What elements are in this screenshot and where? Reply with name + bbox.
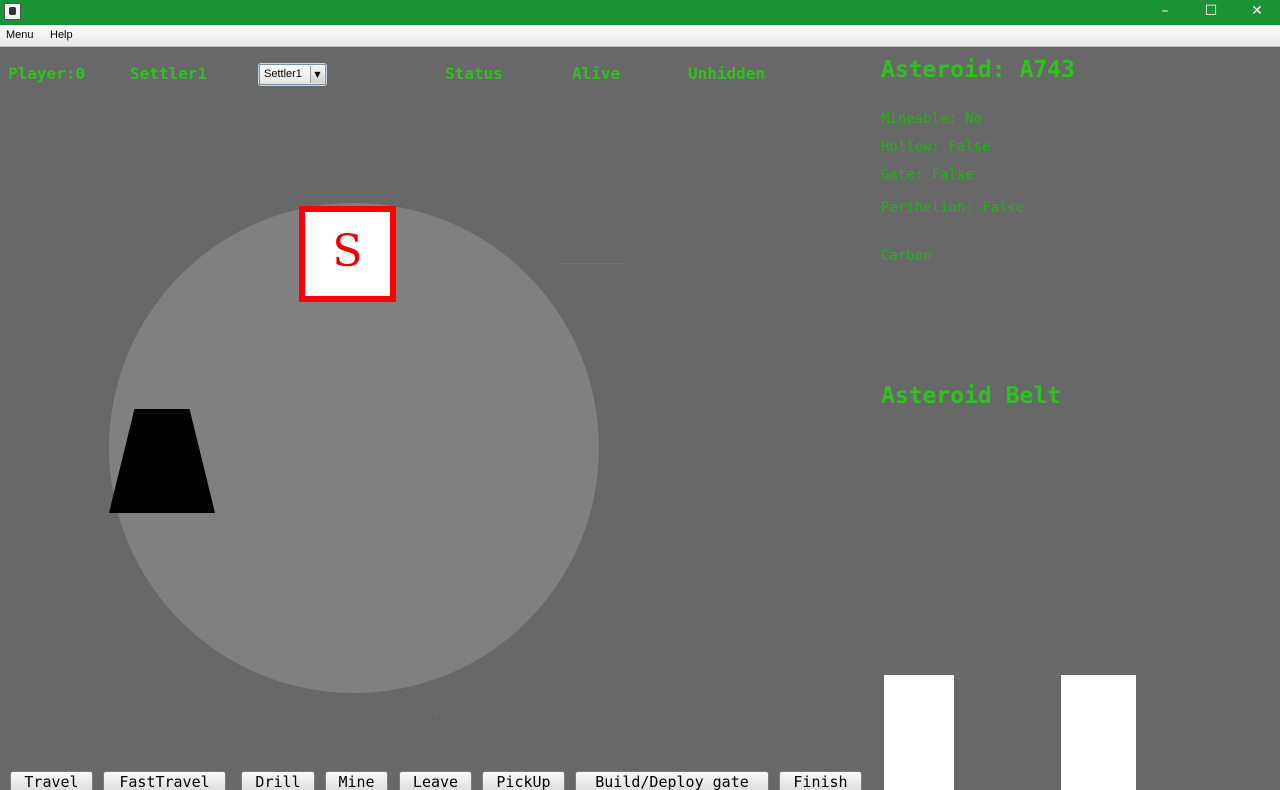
status-label: Status: [445, 64, 503, 83]
mine-button[interactable]: Mine: [325, 771, 388, 790]
title-bar: – ☐ ✕: [0, 0, 1280, 25]
asteroid-mineable: Mineable: No: [881, 111, 983, 127]
settler-marker-letter: S: [332, 226, 363, 277]
faint-dot: [435, 712, 438, 713]
build-deploy-gate-button[interactable]: Build/Deploy gate: [575, 771, 769, 790]
settler-marker[interactable]: S: [299, 206, 396, 302]
menu-bar: Menu Help: [0, 25, 1280, 47]
leave-button[interactable]: Leave: [399, 771, 472, 790]
settler-select[interactable]: Settler1 ▼: [259, 64, 326, 85]
travel-button[interactable]: Travel: [10, 771, 93, 790]
drill-button[interactable]: Drill: [241, 771, 315, 790]
asteroid-belt-title: Asteroid Belt: [881, 383, 1062, 409]
asteroid-perihelion: Perihelion: False: [881, 200, 1025, 216]
faint-line: [562, 263, 622, 264]
alive-status-value: Alive: [572, 64, 621, 83]
asteroid-hollow: Hollow: False: [881, 139, 991, 155]
menu-item-help[interactable]: Help: [50, 29, 73, 41]
settler-select-value: Settler1: [264, 68, 302, 80]
app-icon: [4, 3, 21, 20]
chevron-down-icon[interactable]: ▼: [310, 66, 324, 83]
menu-item-menu[interactable]: Menu: [6, 29, 34, 41]
finish-button[interactable]: Finish: [779, 771, 862, 790]
settler-name-label: Settler1: [130, 64, 208, 83]
asteroid-gate: Gate: False: [881, 167, 974, 183]
visibility-status-value: Unhidden: [688, 64, 766, 83]
maximize-button[interactable]: ☐: [1188, 0, 1234, 25]
belt-asteroid-card[interactable]: [884, 675, 954, 790]
belt-asteroid-card[interactable]: [1061, 675, 1136, 790]
fast-travel-button[interactable]: FastTravel: [103, 771, 226, 790]
asteroid-title: Asteroid: A743: [881, 57, 1075, 83]
player-label: Player:0: [8, 64, 86, 83]
close-button[interactable]: ✕: [1234, 0, 1280, 25]
minimize-button[interactable]: –: [1142, 0, 1188, 25]
asteroid-material: Carbon: [881, 248, 932, 264]
pickup-button[interactable]: PickUp: [482, 771, 565, 790]
